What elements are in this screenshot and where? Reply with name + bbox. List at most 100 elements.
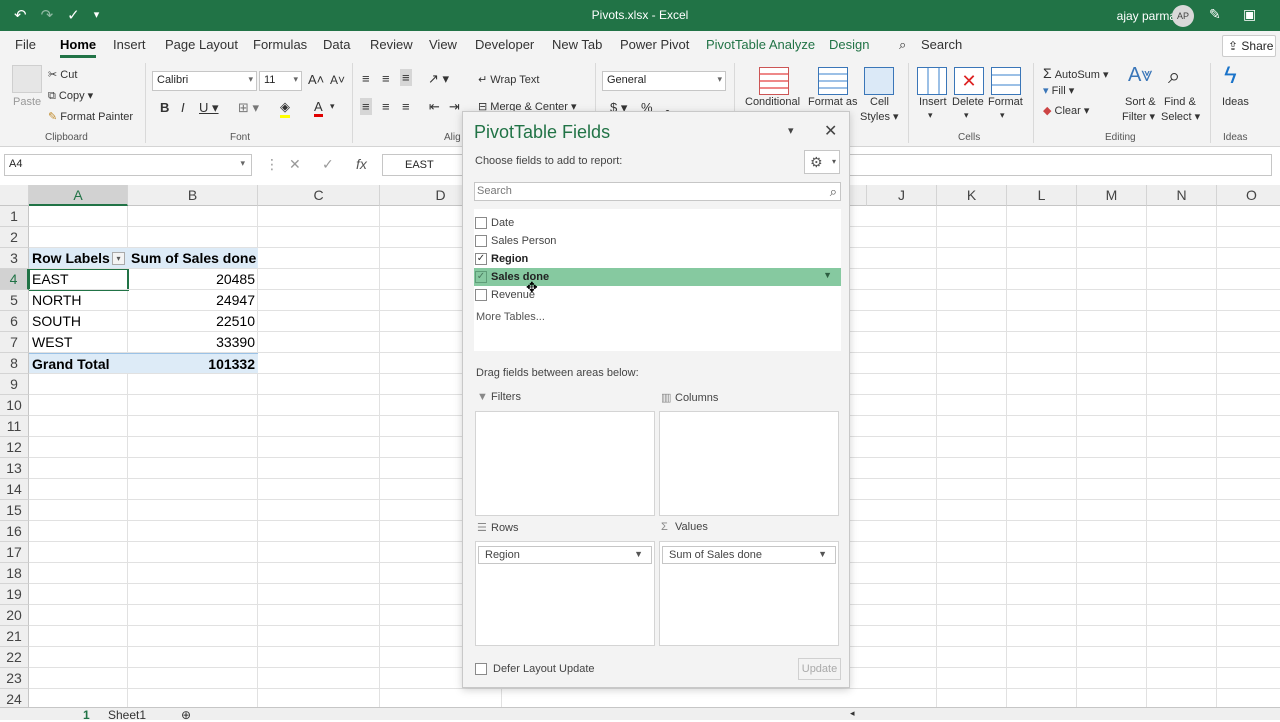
bold-icon[interactable]: B (160, 100, 169, 115)
align-middle-icon[interactable]: ≡ (382, 71, 390, 86)
checkbox-icon[interactable] (475, 235, 487, 247)
field-item-region[interactable]: ✓ Region (474, 250, 841, 268)
wrap-text-button[interactable]: ↵ Wrap Text (478, 73, 539, 86)
close-icon[interactable]: ✕ (824, 121, 837, 141)
pivot-grand-total-label[interactable]: Grand Total (29, 353, 128, 374)
insert-cells-icon[interactable] (917, 67, 947, 95)
defer-layout-update[interactable]: Defer Layout Update (475, 663, 595, 676)
row-header-15[interactable]: 15 (0, 500, 29, 521)
row-header-4[interactable]: 4 (0, 269, 29, 290)
tab-power-pivot[interactable]: Power Pivot (620, 37, 689, 52)
pane-options-icon[interactable]: ▾ (788, 124, 794, 137)
row-header-5[interactable]: 5 (0, 290, 29, 311)
pivot-row-label[interactable]: SOUTH (29, 311, 128, 332)
ideas-button[interactable]: Ideas (1222, 96, 1249, 108)
fill-color-icon[interactable]: ◈ (280, 99, 290, 118)
find-select-label[interactable]: Find & (1164, 96, 1196, 108)
field-dropdown-icon[interactable]: ▼ (823, 270, 832, 280)
column-header-b[interactable]: B (128, 185, 258, 206)
decrease-indent-icon[interactable]: ⇤ (429, 99, 440, 115)
pen-icon[interactable]: ✎ (1209, 6, 1221, 23)
customize-qat-icon[interactable]: ▾ (94, 8, 100, 24)
cell-styles-icon[interactable] (864, 67, 894, 95)
search-icon[interactable]: ⌕ (899, 37, 906, 53)
row-header-12[interactable]: 12 (0, 437, 29, 458)
pivot-row-label[interactable]: WEST (29, 332, 128, 353)
format-as-table-icon[interactable] (818, 67, 848, 95)
row-header-13[interactable]: 13 (0, 458, 29, 479)
chevron-down-icon[interactable]: ▾ (1000, 110, 1005, 121)
tab-file[interactable]: File (15, 37, 36, 52)
paste-button[interactable]: Paste (13, 96, 41, 108)
checkbox-icon[interactable] (475, 217, 487, 229)
row-header-8[interactable]: 8 (0, 353, 29, 374)
field-search-input[interactable]: Search ⌕ (474, 182, 841, 201)
rows-drop-zone[interactable]: Region ▼ (475, 541, 655, 646)
ribbon-display-icon[interactable]: ▣ (1243, 6, 1256, 23)
field-item-date[interactable]: Date (474, 214, 841, 232)
row-header-23[interactable]: 23 (0, 668, 29, 689)
row-header-21[interactable]: 21 (0, 626, 29, 647)
row-header-9[interactable]: 9 (0, 374, 29, 395)
save-check-icon[interactable]: ✓ (67, 6, 80, 24)
chevron-down-icon[interactable]: ▾ (330, 101, 335, 112)
tab-pivottable-analyze[interactable]: PivotTable Analyze (706, 37, 815, 52)
row-header-18[interactable]: 18 (0, 563, 29, 584)
cell-styles-label[interactable]: Cell (870, 96, 889, 108)
tab-new-tab[interactable]: New Tab (552, 37, 602, 52)
row-header-22[interactable]: 22 (0, 647, 29, 668)
font-size-select[interactable]: 11 ▾ (259, 71, 302, 91)
font-name-select[interactable]: Calibri ▾ (152, 71, 257, 91)
checkbox-icon[interactable] (475, 663, 487, 676)
row-header-20[interactable]: 20 (0, 605, 29, 626)
tab-formulas[interactable]: Formulas (253, 37, 307, 52)
autosum-button[interactable]: Σ AutoSum ▾ (1043, 65, 1109, 81)
shrink-font-icon[interactable]: A˅ (330, 73, 345, 87)
insert-cells-button[interactable]: Insert (919, 96, 947, 108)
scroll-left-icon[interactable]: ◂ (850, 708, 855, 719)
tab-insert[interactable]: Insert (113, 37, 146, 52)
name-box[interactable]: A4 ▾ (4, 154, 252, 176)
format-cells-button[interactable]: Format (988, 96, 1023, 108)
column-header-l[interactable]: L (1007, 185, 1077, 206)
checkbox-checked-icon[interactable]: ✓ (475, 253, 487, 265)
filters-drop-zone[interactable] (475, 411, 655, 516)
pivot-row-value[interactable]: 24947 (128, 290, 258, 311)
clear-button[interactable]: ◆ Clear ▾ (1043, 104, 1089, 117)
row-header-2[interactable]: 2 (0, 227, 29, 248)
row-header-17[interactable]: 17 (0, 542, 29, 563)
select-all-corner[interactable] (0, 185, 29, 206)
share-button[interactable]: ⇪ Share (1222, 35, 1276, 57)
avatar[interactable]: AP (1172, 5, 1194, 27)
font-color-icon[interactable]: A (314, 99, 323, 117)
pivot-row-value[interactable]: 20485 (128, 269, 258, 290)
tell-me-search[interactable]: Search (921, 37, 962, 52)
pivot-row-value[interactable]: 22510 (128, 311, 258, 332)
undo-icon[interactable]: ↶ (14, 6, 27, 24)
pivot-row-value[interactable]: 33390 (128, 332, 258, 353)
more-tables-link[interactable]: More Tables... (476, 311, 545, 323)
align-top-icon[interactable]: ≡ (362, 71, 370, 86)
pivot-grand-total-value[interactable]: 101332 (128, 353, 258, 374)
paste-icon[interactable] (12, 65, 42, 93)
tab-data[interactable]: Data (323, 37, 350, 52)
tools-button[interactable]: ⚙ ▾ (804, 150, 840, 174)
fill-button[interactable]: ▾ Fill ▾ (1043, 84, 1074, 97)
column-header-m[interactable]: M (1077, 185, 1147, 206)
values-drop-zone[interactable]: Sum of Sales done ▼ (659, 541, 839, 646)
checkbox-icon[interactable] (475, 289, 487, 301)
checkbox-checked-icon[interactable]: ✓ (475, 271, 487, 283)
chevron-down-icon[interactable]: ▾ (928, 110, 933, 121)
columns-drop-zone[interactable] (659, 411, 839, 516)
column-header-n[interactable]: N (1147, 185, 1217, 206)
italic-icon[interactable]: I (181, 100, 185, 115)
pivot-sum-header[interactable]: Sum of Sales done (128, 248, 258, 269)
tab-page-layout[interactable]: Page Layout (165, 37, 238, 52)
row-header-6[interactable]: 6 (0, 311, 29, 332)
grow-font-icon[interactable]: A˄ (308, 72, 324, 87)
cut-button[interactable]: ✂ Cut (48, 68, 77, 81)
cancel-icon[interactable]: ✕ (289, 156, 301, 173)
find-select-button[interactable]: Select ▾ (1161, 110, 1200, 123)
copy-button[interactable]: ⧉ Copy ▾ (48, 89, 93, 103)
format-cells-icon[interactable] (991, 67, 1021, 95)
